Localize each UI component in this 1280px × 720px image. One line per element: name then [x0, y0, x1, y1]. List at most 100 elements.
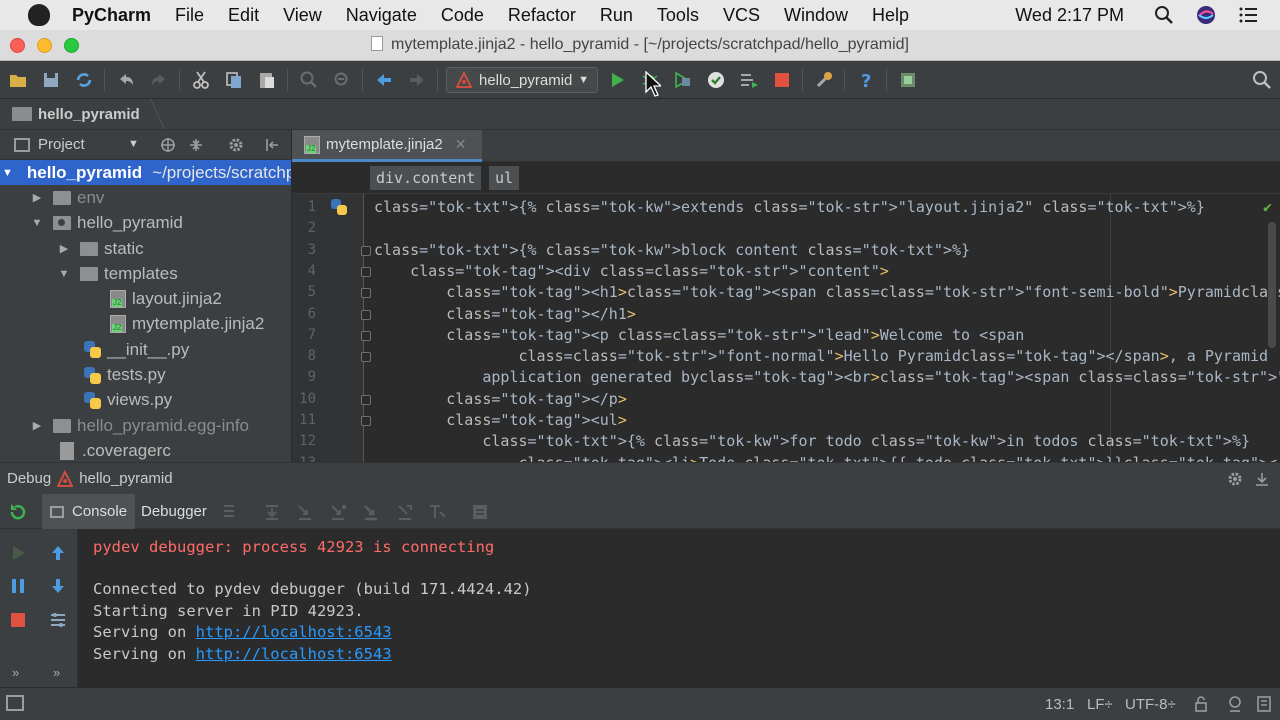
debug-console-output[interactable]: pydev debugger: process 42923 is connect…: [78, 529, 1280, 687]
event-log-icon[interactable]: [1256, 695, 1272, 713]
save-icon[interactable]: [41, 70, 61, 90]
console-link[interactable]: http://localhost:6543: [196, 623, 392, 641]
inspector-icon[interactable]: [1226, 695, 1244, 713]
evaluate-expression-icon[interactable]: [470, 502, 490, 522]
menu-edit[interactable]: Edit: [228, 5, 259, 26]
menu-navigate[interactable]: Navigate: [346, 5, 417, 26]
tree-item-tests-py[interactable]: tests.py: [0, 362, 291, 387]
back-icon[interactable]: [374, 70, 394, 90]
stop-icon[interactable]: [772, 70, 792, 90]
redo-icon[interactable]: [149, 70, 169, 90]
find-icon[interactable]: [299, 70, 319, 90]
toggle-tool-windows-icon[interactable]: [6, 695, 24, 711]
step-over-icon[interactable]: [262, 502, 282, 522]
tree-item-views-py[interactable]: views.py: [0, 388, 291, 413]
menu-vcs[interactable]: VCS: [723, 5, 760, 26]
more-actions-icon[interactable]: »: [53, 665, 60, 680]
menu-window[interactable]: Window: [784, 5, 848, 26]
line-separator[interactable]: LF÷: [1087, 696, 1113, 713]
settings-icon[interactable]: [814, 70, 834, 90]
hide-panel-icon[interactable]: [1254, 471, 1270, 487]
step-out-icon[interactable]: [395, 502, 415, 522]
collapse-arrow-icon[interactable]: ▶: [31, 191, 43, 204]
fold-marker-icon[interactable]: [361, 309, 371, 320]
expand-arrow-icon[interactable]: ▼: [58, 268, 70, 280]
paste-icon[interactable]: [257, 70, 277, 90]
search-everywhere-icon[interactable]: [1252, 70, 1272, 90]
menu-file[interactable]: File: [175, 5, 204, 26]
stop-icon[interactable]: [8, 610, 28, 630]
run-to-cursor-icon[interactable]: [428, 502, 448, 522]
fold-marker-icon[interactable]: [361, 416, 371, 426]
tab-mytemplate-jinja2[interactable]: mytemplate.jinja2 ✕: [292, 130, 482, 162]
apple-icon[interactable]: [28, 4, 50, 26]
fold-marker-icon[interactable]: [361, 266, 371, 277]
run-config-select[interactable]: hello_pyramid ▼: [446, 67, 598, 93]
gear-icon[interactable]: [1226, 471, 1244, 487]
fold-marker-icon[interactable]: [361, 394, 371, 405]
console-link[interactable]: http://localhost:6543: [196, 645, 392, 663]
tree-item-egg-info[interactable]: ▶ hello_pyramid.egg-info: [0, 413, 291, 438]
siri-icon[interactable]: [1196, 5, 1216, 25]
pause-icon[interactable]: [8, 576, 28, 596]
inspection-ok-icon[interactable]: ✔: [1263, 198, 1272, 216]
step-into-my-code-icon[interactable]: [328, 502, 348, 522]
tree-item-root[interactable]: ▼ hello_pyramid ~/projects/scratchpad/he…: [0, 160, 291, 186]
search-icon[interactable]: [1154, 5, 1174, 25]
breadcrumb-project[interactable]: hello_pyramid: [38, 106, 140, 123]
menu-view[interactable]: View: [283, 5, 322, 26]
show-execution-point-icon[interactable]: [222, 502, 242, 522]
collapse-arrow-icon[interactable]: ▶: [31, 419, 43, 432]
close-icon[interactable]: ✕: [455, 136, 467, 153]
force-step-into-icon[interactable]: [361, 502, 381, 522]
rerun-icon[interactable]: [8, 502, 28, 522]
project-view-select[interactable]: Project: [38, 136, 85, 153]
fold-marker-icon[interactable]: [361, 245, 371, 256]
menu-app-name[interactable]: PyCharm: [72, 5, 151, 26]
scroll-from-source-icon[interactable]: [160, 137, 176, 153]
collapse-all-icon[interactable]: [188, 137, 204, 153]
step-into-icon[interactable]: [295, 502, 315, 522]
copy-icon[interactable]: [224, 70, 244, 90]
tab-console[interactable]: Console: [42, 494, 136, 529]
collapse-arrow-icon[interactable]: ▶: [58, 242, 70, 255]
tree-item-init-py[interactable]: __init__.py: [0, 337, 291, 362]
file-encoding[interactable]: UTF-8÷: [1125, 696, 1176, 713]
expand-arrow-icon[interactable]: ▼: [2, 167, 13, 179]
run-icon[interactable]: [607, 70, 627, 90]
forward-icon[interactable]: [407, 70, 427, 90]
chevron-down-icon[interactable]: ▼: [128, 138, 139, 150]
caret-position[interactable]: 13:1: [1045, 696, 1074, 713]
undo-icon[interactable]: [116, 70, 136, 90]
menubar-clock[interactable]: Wed 2:17 PM: [1015, 5, 1124, 26]
tree-item-layout-jinja2[interactable]: layout.jinja2: [0, 286, 291, 311]
menu-refactor[interactable]: Refactor: [508, 5, 576, 26]
tree-item-coveragerc[interactable]: .coveragerc: [0, 438, 291, 462]
profile-icon[interactable]: [706, 70, 726, 90]
breadcrumb-ul[interactable]: ul: [489, 166, 520, 190]
hide-panel-icon[interactable]: [264, 137, 280, 153]
menu-help[interactable]: Help: [872, 5, 909, 26]
down-frame-icon[interactable]: [48, 576, 68, 596]
breadcrumb-div-content[interactable]: div.content: [370, 166, 482, 190]
fold-marker-icon[interactable]: [361, 352, 371, 363]
more-actions-icon[interactable]: »: [12, 665, 19, 680]
open-icon[interactable]: [8, 70, 28, 90]
gear-icon[interactable]: [228, 137, 244, 153]
editor-scrollbar[interactable]: [1268, 222, 1276, 348]
vcs-icon[interactable]: [898, 70, 918, 90]
lock-icon[interactable]: [1193, 696, 1209, 712]
tree-item-env[interactable]: ▶ env: [0, 185, 291, 210]
cut-icon[interactable]: [191, 70, 211, 90]
view-breakpoints-icon[interactable]: [48, 610, 68, 630]
concurrency-icon[interactable]: [739, 70, 759, 90]
tree-item-templates[interactable]: ▼ templates: [0, 261, 291, 286]
menu-list-icon[interactable]: [1238, 5, 1258, 25]
code-editor[interactable]: 1 class="tok-txt">{% class="tok-kw">exten…: [292, 194, 1280, 462]
tree-item-static[interactable]: ▶ static: [0, 236, 291, 261]
expand-arrow-icon[interactable]: ▼: [31, 217, 43, 229]
sync-icon[interactable]: [74, 70, 94, 90]
up-frame-icon[interactable]: [48, 543, 68, 563]
menu-run[interactable]: Run: [600, 5, 633, 26]
fold-marker-icon[interactable]: [361, 288, 371, 299]
